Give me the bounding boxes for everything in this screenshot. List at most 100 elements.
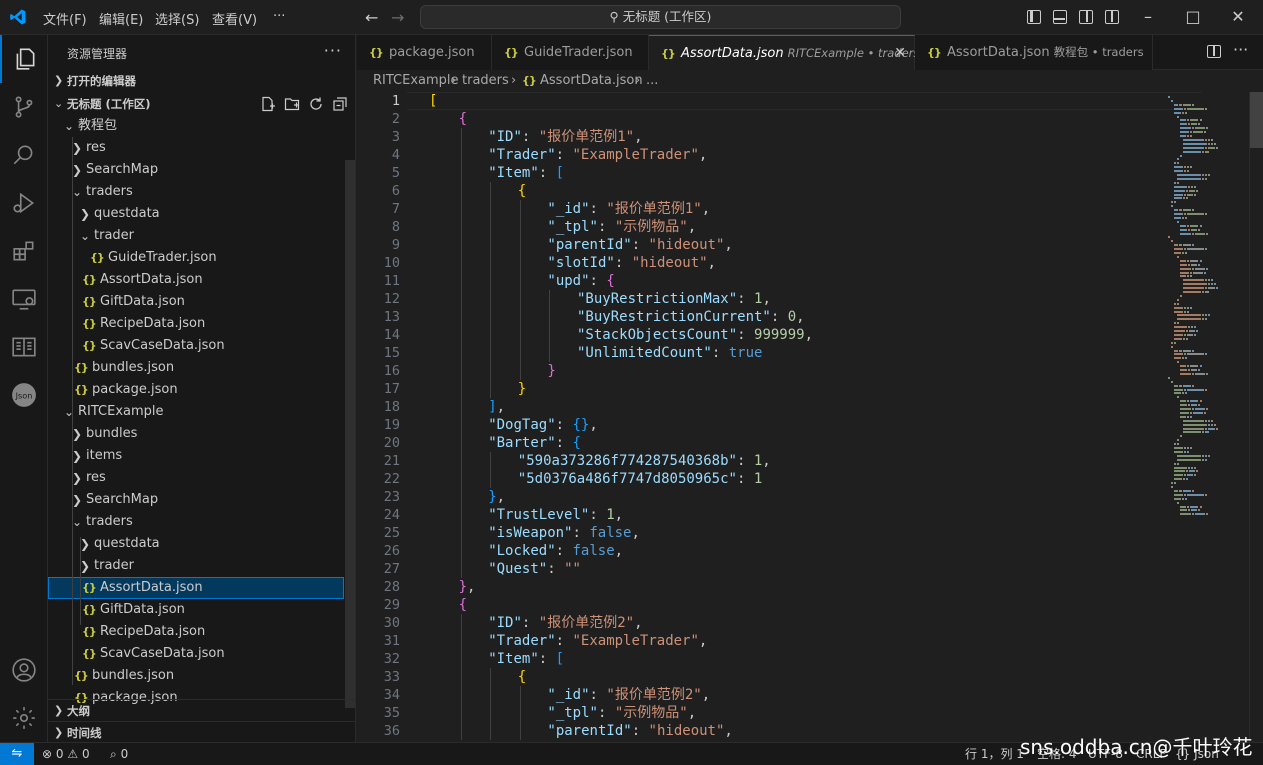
- code-line[interactable]: "Trader": "ExampleTrader",: [488, 632, 707, 650]
- close-tab-icon[interactable]: ✕: [894, 36, 906, 71]
- json-extension-icon[interactable]: Json: [0, 371, 48, 419]
- code-line[interactable]: "StackObjectsCount": 999999,: [577, 326, 813, 344]
- forward-arrow-icon[interactable]: →: [391, 8, 404, 27]
- code-line[interactable]: {: [518, 668, 526, 686]
- sidebar-scrollbar[interactable]: [345, 160, 355, 708]
- code-line[interactable]: "BuyRestrictionCurrent": 0,: [577, 308, 805, 326]
- code-line[interactable]: "UnlimitedCount": true: [577, 344, 762, 362]
- settings-gear-icon[interactable]: [0, 694, 48, 742]
- code-line[interactable]: [: [429, 92, 437, 110]
- tree-file[interactable]: {} ScavCaseData.json: [48, 643, 344, 665]
- tree-file[interactable]: {} AssortData.json: [48, 269, 344, 291]
- collapse-all-icon[interactable]: [332, 96, 348, 112]
- problems-indicator[interactable]: ⊗ 0 ⚠ 0: [42, 743, 90, 765]
- tree-file[interactable]: {} RecipeData.json: [48, 621, 344, 643]
- breadcrumb-item[interactable]: traders: [462, 70, 509, 92]
- code-line[interactable]: "isWeapon": false,: [488, 524, 640, 542]
- tree-file[interactable]: {} bundles.json: [48, 665, 344, 687]
- code-line[interactable]: "ID": "报价单范例1",: [488, 128, 642, 146]
- tree-file[interactable]: {} bundles.json: [48, 357, 344, 379]
- code-line[interactable]: "5d0376a486f7747d8050965c": 1: [518, 470, 762, 488]
- remote-explorer-icon[interactable]: [0, 275, 48, 323]
- breadcrumb-item[interactable]: AssortData.json: [540, 70, 643, 92]
- sidebar-more-icon[interactable]: ···: [324, 41, 342, 60]
- close-window-icon[interactable]: ✕: [1228, 7, 1248, 26]
- code-area[interactable]: [{"ID": "报价单范例1", "Trader": "ExampleTrade…: [429, 92, 1189, 742]
- tree-folder[interactable]: ❯ res: [48, 137, 344, 159]
- code-line[interactable]: "Barter": {: [488, 434, 581, 452]
- workspace-section[interactable]: ⌄ 无标题 (工作区): [48, 93, 356, 115]
- tree-folder[interactable]: ⌄ RITCExample: [48, 401, 344, 423]
- timeline-section[interactable]: ❯ 时间线: [48, 721, 356, 743]
- split-editor-icon[interactable]: [1207, 45, 1221, 58]
- breadcrumb-item[interactable]: ...: [646, 70, 658, 92]
- code-line[interactable]: "slotId": "hideout",: [547, 254, 716, 272]
- tree-file[interactable]: {} AssortData.json: [48, 577, 344, 599]
- code-line[interactable]: },: [488, 488, 505, 506]
- code-line[interactable]: "Item": [: [488, 650, 564, 668]
- code-line[interactable]: }: [547, 362, 555, 380]
- menu-selection[interactable]: 选择(S): [155, 9, 199, 28]
- run-debug-icon[interactable]: [0, 179, 48, 227]
- tree-folder[interactable]: ❯ questdata: [48, 203, 344, 225]
- editor-scrollbar[interactable]: [1249, 92, 1263, 742]
- tree-file[interactable]: {} GiftData.json: [48, 599, 344, 621]
- code-line[interactable]: {: [518, 182, 526, 200]
- customize-layout-icon[interactable]: [1105, 10, 1119, 24]
- code-line[interactable]: "BuyRestrictionMax": 1,: [577, 290, 771, 308]
- back-arrow-icon[interactable]: ←: [365, 8, 378, 27]
- tree-folder[interactable]: ❯ trader: [48, 555, 344, 577]
- code-editor[interactable]: 1 2 3 4 5 6 7 8 9 10 11 12 13 14 15 16 17 18 19 20 21 22 23 24 2…: [357, 92, 1263, 742]
- tree-folder[interactable]: ❯ items: [48, 445, 344, 467]
- extensions-icon[interactable]: [0, 227, 48, 275]
- tree-file[interactable]: {} package.json: [48, 379, 344, 401]
- tree-folder[interactable]: ⌄ traders: [48, 511, 344, 533]
- minimize-icon[interactable]: –: [1138, 7, 1158, 26]
- code-line[interactable]: "Trader": "ExampleTrader",: [488, 146, 707, 164]
- tab-assortdata-ritcexample[interactable]: {} AssortData.json RITCExample • traders …: [649, 35, 919, 71]
- code-line[interactable]: "_id": "报价单范例1",: [547, 200, 710, 218]
- tab-assortdata-tutorial[interactable]: {} AssortData.json 教程包 • traders: [915, 35, 1153, 70]
- code-line[interactable]: "_id": "报价单范例2",: [547, 686, 710, 704]
- ports-indicator[interactable]: ⌕ 0: [110, 743, 128, 765]
- menu-view[interactable]: 查看(V): [212, 9, 257, 28]
- code-line[interactable]: "parentId": "hideout",: [547, 722, 732, 740]
- tab-guidetrader-json[interactable]: {} GuideTrader.json: [492, 35, 649, 70]
- open-editors-section[interactable]: ❯ 打开的编辑器: [48, 70, 356, 92]
- menu-file[interactable]: 文件(F): [43, 9, 87, 28]
- command-center-search[interactable]: ⚲ 无标题 (工作区): [420, 5, 901, 29]
- tab-package-json[interactable]: {} package.json: [357, 35, 492, 70]
- code-line[interactable]: {: [459, 596, 467, 614]
- new-folder-icon[interactable]: [284, 96, 300, 112]
- editor-more-icon[interactable]: ···: [1233, 40, 1248, 59]
- tree-file[interactable]: {} GiftData.json: [48, 291, 344, 313]
- tree-folder[interactable]: ⌄ trader: [48, 225, 344, 247]
- code-line[interactable]: "upd": {: [547, 272, 614, 290]
- code-line[interactable]: ],: [488, 398, 505, 416]
- code-line[interactable]: "parentId": "hideout",: [547, 236, 732, 254]
- code-line[interactable]: "_tpl": "示例物品",: [547, 704, 696, 722]
- code-line[interactable]: "Item": [: [488, 164, 564, 182]
- code-line[interactable]: "590a373286f774287540368b": 1,: [518, 452, 771, 470]
- tree-file[interactable]: {} RecipeData.json: [48, 313, 344, 335]
- outline-section[interactable]: ❯ 大纲: [48, 699, 356, 721]
- remote-indicator-icon[interactable]: ⇋: [0, 743, 34, 765]
- code-line[interactable]: "_tpl": "示例物品",: [547, 218, 696, 236]
- search-view-icon[interactable]: [0, 131, 48, 179]
- toggle-panel-icon[interactable]: [1053, 10, 1067, 24]
- tree-file[interactable]: {} ScavCaseData.json: [48, 335, 344, 357]
- refresh-icon[interactable]: [308, 96, 324, 112]
- tree-folder[interactable]: ❯ bundles: [48, 423, 344, 445]
- source-control-icon[interactable]: [0, 83, 48, 131]
- code-line[interactable]: {: [459, 110, 467, 128]
- menu-more[interactable]: ···: [273, 9, 285, 24]
- breadcrumb-item[interactable]: RITCExample: [373, 70, 459, 92]
- tree-folder[interactable]: ❯ questdata: [48, 533, 344, 555]
- editor-scrollbar-thumb[interactable]: [1250, 92, 1263, 148]
- code-line[interactable]: },: [459, 578, 476, 596]
- code-line[interactable]: }: [518, 380, 526, 398]
- explorer-icon[interactable]: [0, 35, 48, 83]
- menu-edit[interactable]: 编辑(E): [99, 9, 143, 28]
- code-line[interactable]: "ID": "报价单范例2",: [488, 614, 642, 632]
- tree-folder[interactable]: ❯ res: [48, 467, 344, 489]
